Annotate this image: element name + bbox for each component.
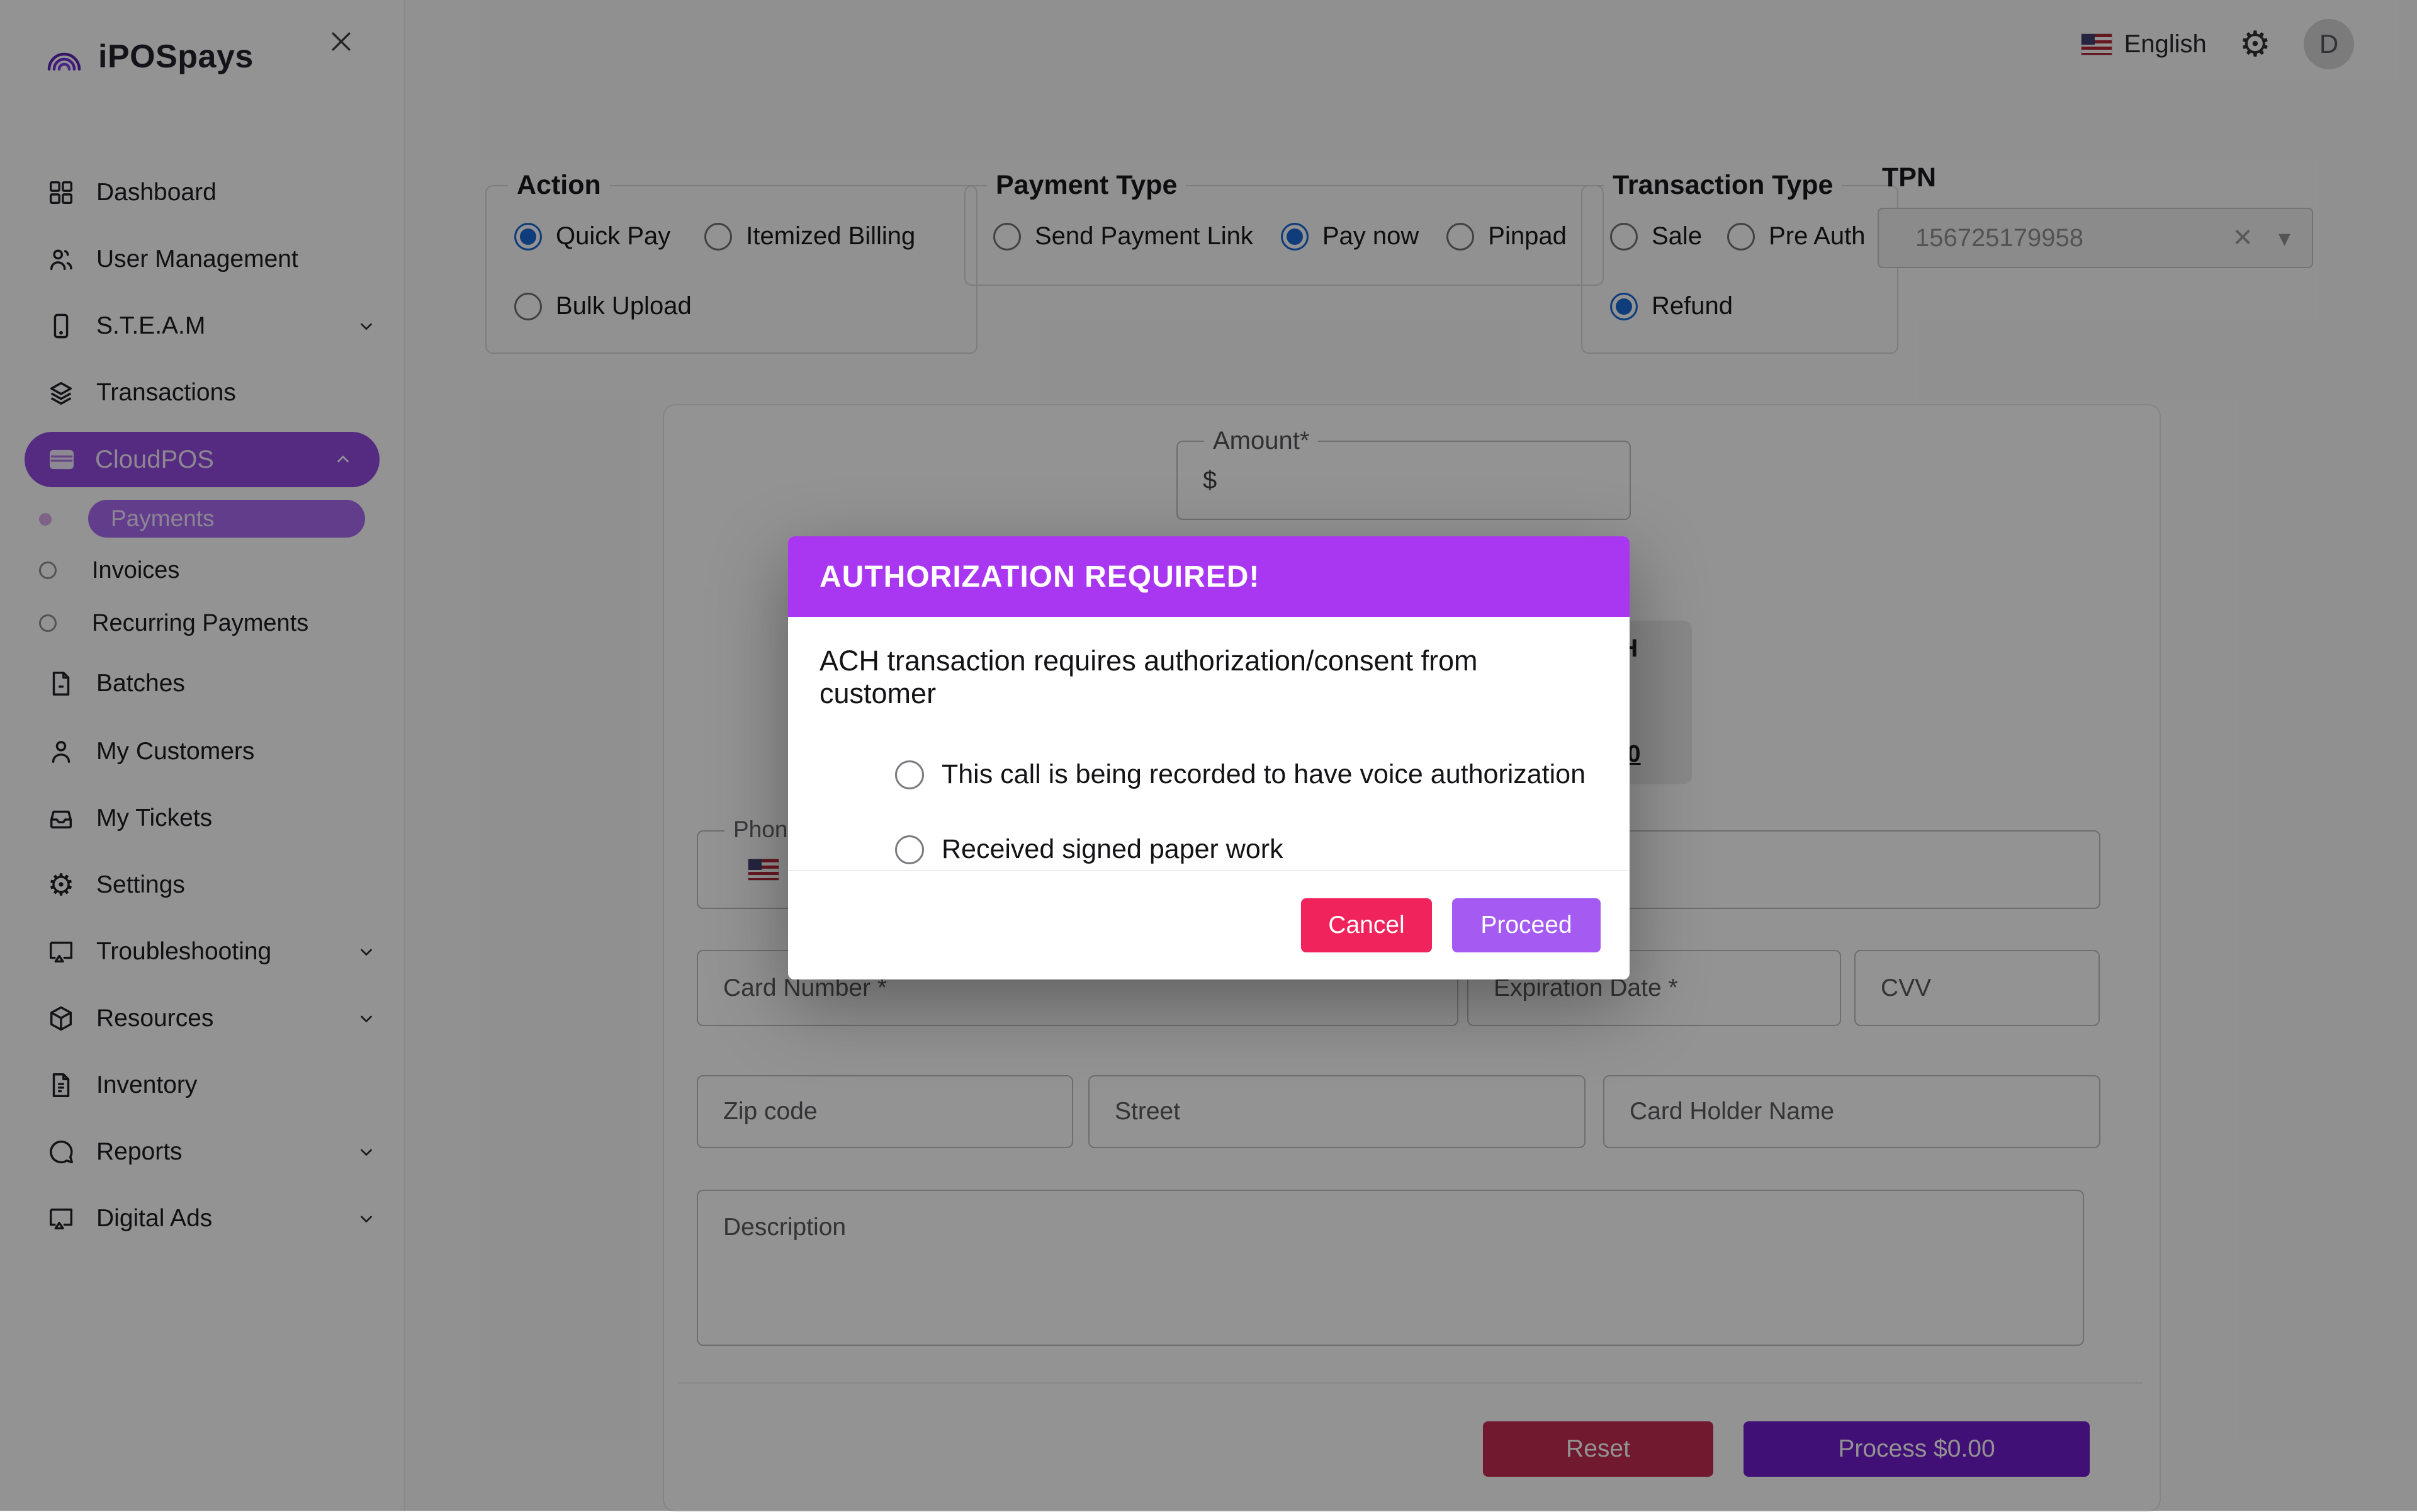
modal-title: AUTHORIZATION REQUIRED! (820, 560, 1259, 594)
proceed-button[interactable]: Proceed (1452, 898, 1601, 952)
radio-voice-authorization[interactable]: This call is being recorded to have voic… (895, 759, 1598, 790)
cancel-button[interactable]: Cancel (1301, 898, 1432, 952)
modal-footer: Cancel Proceed (788, 870, 1630, 979)
modal-message: ACH transaction requires authorization/c… (820, 645, 1598, 710)
modal-body: ACH transaction requires authorization/c… (788, 617, 1630, 870)
authorization-modal: AUTHORIZATION REQUIRED! ACH transaction … (788, 536, 1630, 979)
radio-signed-paper-work[interactable]: Received signed paper work (895, 834, 1598, 865)
radio-icon (895, 835, 924, 864)
radio-icon (895, 760, 924, 789)
modal-header: AUTHORIZATION REQUIRED! (788, 536, 1630, 617)
